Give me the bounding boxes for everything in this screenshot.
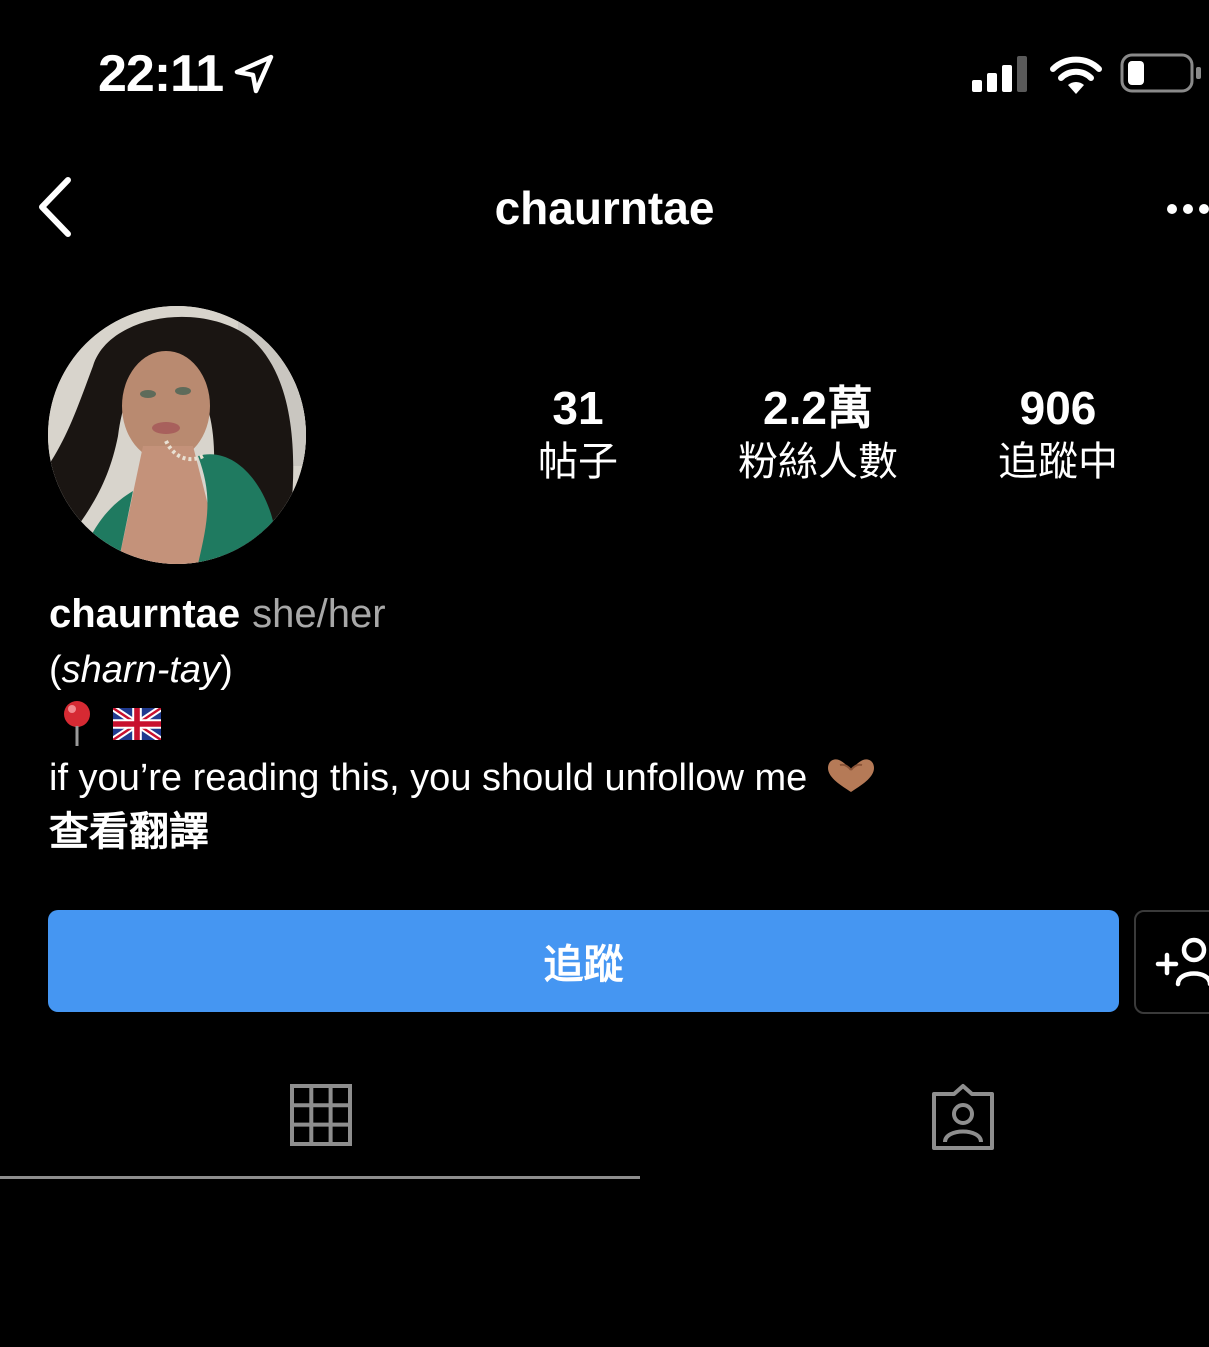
follow-button[interactable]: 追蹤 — [48, 910, 1119, 1012]
stat-followers[interactable]: 2.2萬 粉絲人數 — [698, 380, 938, 488]
stat-following-label: 追蹤中 — [998, 439, 1118, 485]
stat-posts-label: 帖子 — [538, 439, 618, 485]
stat-followers-value: 2.2萬 — [763, 382, 873, 434]
stat-posts-value: 31 — [552, 382, 604, 434]
bio-pronunciation: (sharn-tay) — [49, 649, 233, 691]
battery-icon — [1120, 53, 1201, 93]
wifi-icon — [1050, 56, 1102, 94]
bio-text: if you’re reading this, you should unfol… — [49, 754, 878, 802]
bio-name: chaurntae — [49, 592, 241, 636]
tagged-person-icon — [932, 1084, 994, 1150]
round-pushpin-icon — [64, 701, 90, 746]
stat-following[interactable]: 906 追蹤中 — [938, 380, 1178, 488]
uk-flag-icon — [113, 708, 161, 740]
cellular-signal-icon — [972, 56, 1027, 92]
page-title: chaurntae — [494, 182, 715, 234]
stat-posts[interactable]: 31 帖子 — [458, 380, 698, 488]
tab-tagged[interactable] — [640, 1060, 1209, 1180]
stat-followers-label: 粉絲人數 — [738, 439, 898, 485]
more-horizontal-icon — [1167, 204, 1209, 214]
profile-photo — [48, 306, 306, 564]
location-arrow-icon — [234, 54, 274, 94]
suggested-accounts-button[interactable] — [1134, 910, 1209, 1014]
bio-pronunciation-text: sharn-tay — [61, 649, 221, 691]
profile-avatar[interactable] — [48, 306, 306, 564]
add-user-icon — [1155, 937, 1209, 987]
status-bar: 22:11 — [0, 0, 1209, 140]
more-options-button[interactable] — [1160, 196, 1209, 222]
see-translation-link[interactable]: 查看翻譯 — [49, 806, 209, 858]
active-tab-indicator — [0, 1176, 640, 1179]
heart-hands-icon — [827, 759, 874, 792]
bio-text-content: if you’re reading this, you should unfol… — [49, 757, 808, 799]
grid-icon — [290, 1084, 352, 1146]
tab-posts[interactable] — [0, 1060, 640, 1180]
bio-name-line: chaurntae she/her — [49, 590, 386, 638]
bio-pronouns: she/her — [252, 592, 386, 636]
stat-following-value: 906 — [1019, 382, 1097, 434]
status-time: 22:11 — [98, 45, 224, 103]
